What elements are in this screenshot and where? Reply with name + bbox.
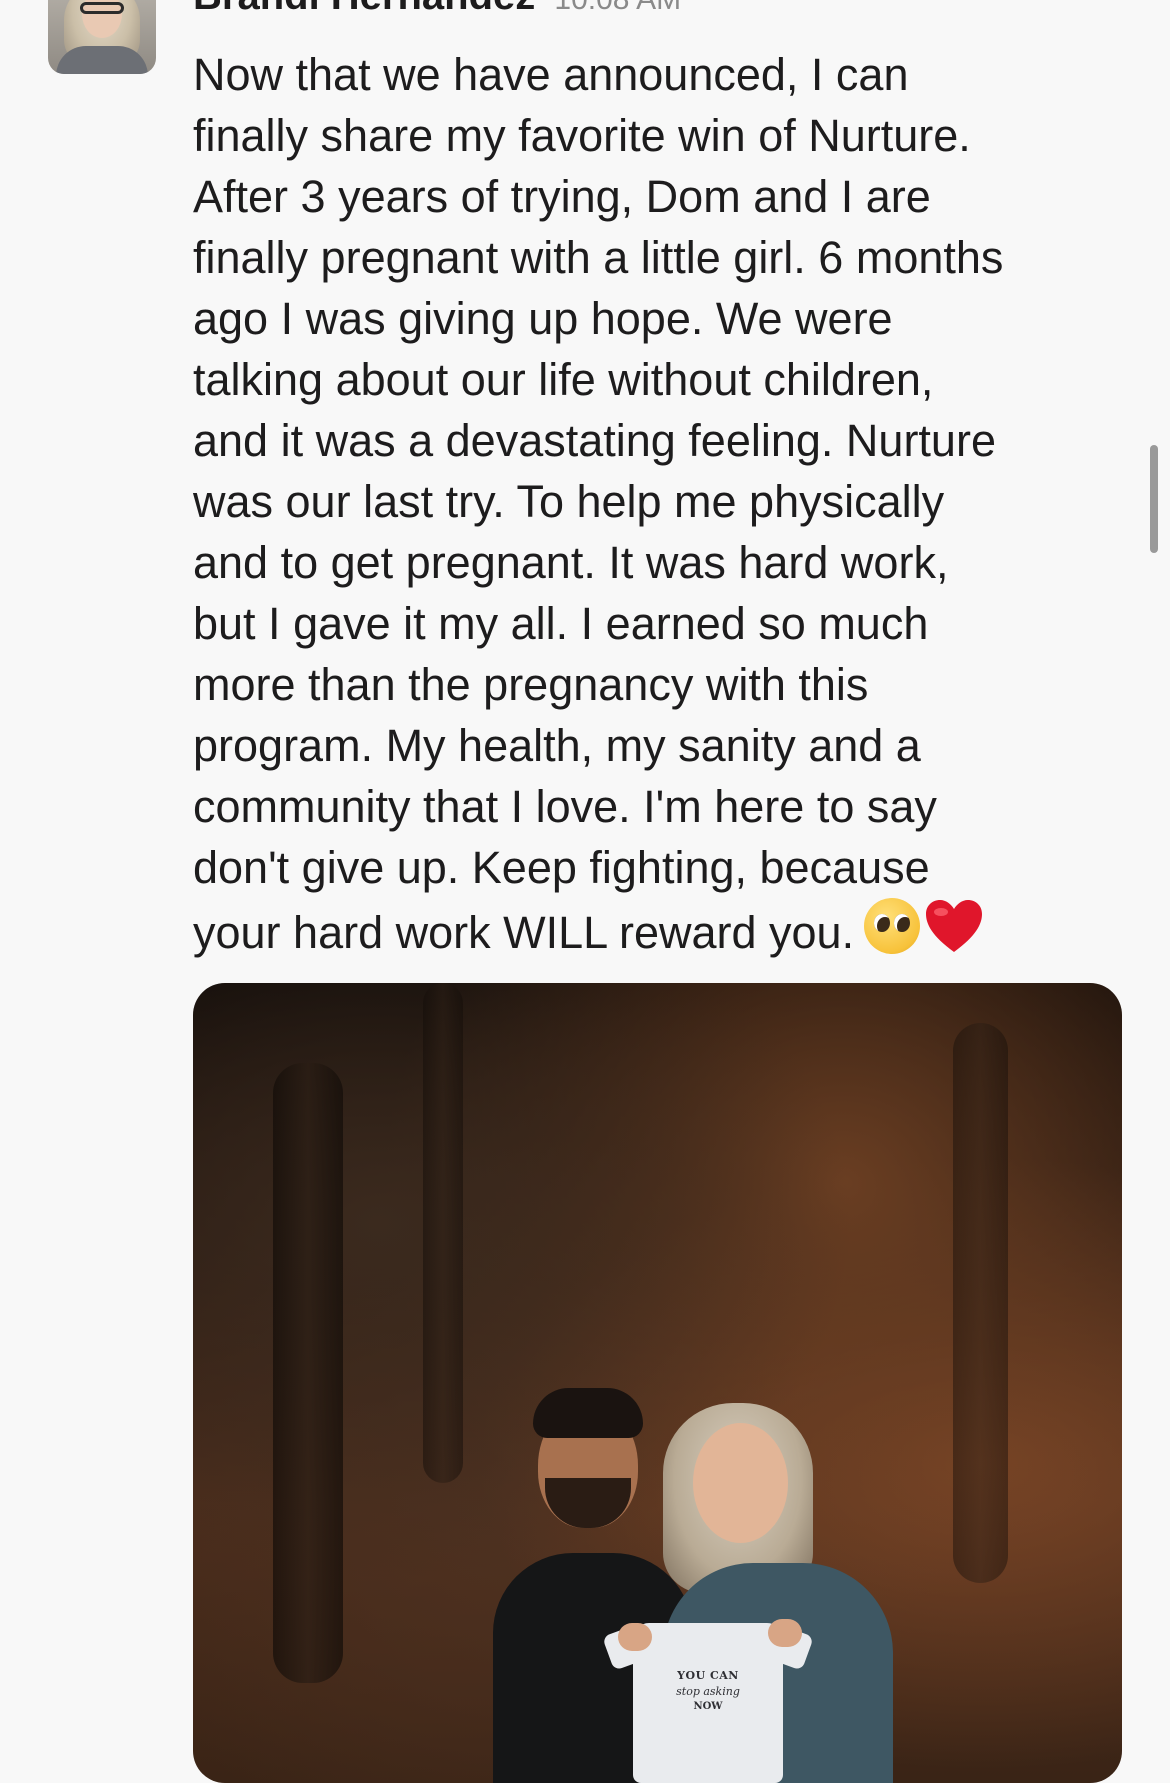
woman-head bbox=[693, 1423, 788, 1543]
message-line: community that I love. I'm here to say bbox=[193, 781, 937, 832]
message-line: talking about our life without children, bbox=[193, 354, 934, 405]
message-line: Now that we have announced, I can bbox=[193, 49, 909, 100]
message-line: and it was a devastating feeling. Nurtur… bbox=[193, 415, 996, 466]
message-line: and to get pregnant. It was hard work, bbox=[193, 537, 949, 588]
message-line: program. My health, my sanity and a bbox=[193, 720, 921, 771]
avatar-glasses bbox=[80, 2, 124, 14]
message-line: finally share my favorite win of Nurture… bbox=[193, 110, 971, 161]
message-line: more than the pregnancy with this bbox=[193, 659, 869, 710]
image-attachment[interactable]: YOU CAN stop asking NOW bbox=[193, 983, 1122, 1783]
hand bbox=[618, 1623, 652, 1651]
red-heart-icon bbox=[926, 900, 983, 952]
onesie-text: stop asking bbox=[676, 1685, 740, 1698]
message: Brandi Hernandez 10:08 AM Now that we ha… bbox=[0, 0, 1170, 1783]
sender-name[interactable]: Brandi Hernandez bbox=[193, 0, 535, 18]
scrollbar[interactable] bbox=[1150, 445, 1158, 553]
man-hair bbox=[533, 1388, 643, 1438]
hand bbox=[768, 1619, 802, 1647]
tree-trunk bbox=[953, 1023, 1008, 1583]
message-line: finally pregnant with a little girl. 6 m… bbox=[193, 232, 1004, 283]
man-beard bbox=[545, 1478, 631, 1528]
pleading-face-icon bbox=[864, 898, 921, 954]
message-line: ago I was giving up hope. We were bbox=[193, 293, 893, 344]
message-line: don't give up. Keep fighting, because bbox=[193, 842, 930, 893]
avatar-shirt bbox=[56, 46, 148, 74]
onesie-text: YOU CAN bbox=[677, 1669, 739, 1682]
message-timestamp[interactable]: 10:08 AM bbox=[554, 0, 681, 16]
baby-onesie: YOU CAN stop asking NOW bbox=[602, 1623, 814, 1783]
message-header: Brandi Hernandez 10:08 AM bbox=[193, 0, 681, 22]
message-line: was our last try. To help me physically bbox=[193, 476, 945, 527]
avatar[interactable] bbox=[48, 0, 156, 74]
message-line: but I gave it my all. I earned so much bbox=[193, 598, 929, 649]
message-line: After 3 years of trying, Dom and I are bbox=[193, 171, 931, 222]
message-line: your hard work WILL reward you. bbox=[193, 907, 855, 958]
message-text: Now that we have announced, I can finall… bbox=[193, 44, 1133, 963]
tree-trunk bbox=[273, 1063, 343, 1683]
onesie-text: NOW bbox=[693, 1701, 723, 1712]
tree-trunk bbox=[423, 983, 463, 1483]
